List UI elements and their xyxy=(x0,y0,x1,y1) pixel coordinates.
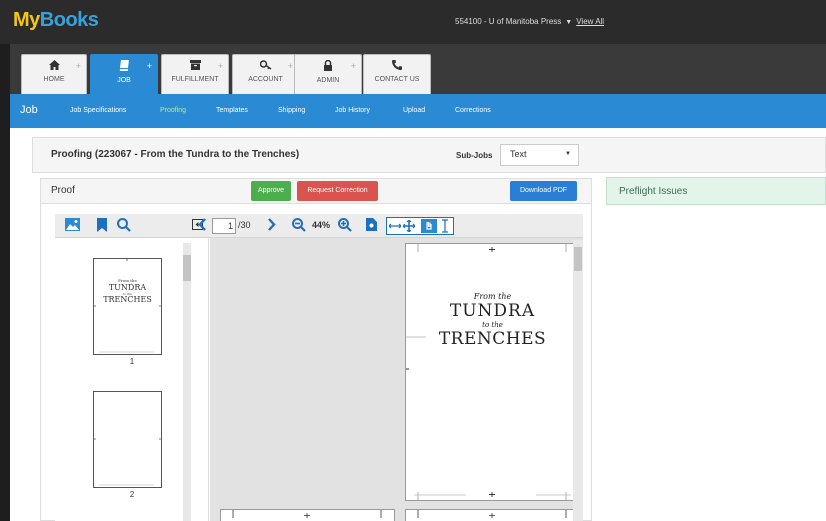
zoom-in-icon[interactable] xyxy=(338,218,352,235)
pan-icon[interactable] xyxy=(402,219,416,235)
view-all-link[interactable]: View All xyxy=(576,17,604,26)
module-tabs: + HOME + JOB + FULFILLMENT + ACCOUNT + A… xyxy=(10,44,826,94)
page-total: /30 xyxy=(238,220,251,230)
subnav-upload[interactable]: Upload xyxy=(403,107,425,114)
phone-icon xyxy=(364,60,430,73)
tab-home[interactable]: + HOME xyxy=(21,54,87,94)
proof-label: Proof xyxy=(51,185,75,196)
subjobs-value: Text xyxy=(510,149,527,159)
logo-books: Books xyxy=(39,9,99,31)
hand-tool-icon[interactable] xyxy=(421,219,437,233)
tab-admin[interactable]: + ADMIN xyxy=(294,54,362,94)
page-title: Proofing (223067 - From the Tundra to th… xyxy=(51,149,300,160)
thumbnail-pane[interactable]: From the TUNDRA to the TRENCHES 1 2 xyxy=(55,238,209,521)
proof-header: Proof Approve Request Correction Downloa… xyxy=(41,179,591,204)
tab-admin-label: ADMIN xyxy=(316,77,340,84)
proof-panel: Proof Approve Request Correction Downloa… xyxy=(40,178,592,521)
tab-job[interactable]: + JOB xyxy=(90,54,158,94)
main-content: Proofing (223067 - From the Tundra to th… xyxy=(10,128,826,521)
page-view[interactable]: From the TUNDRA to the TRENCHES xyxy=(210,238,583,521)
plus-icon: + xyxy=(146,61,152,71)
zoom-out-icon[interactable] xyxy=(292,218,306,235)
subnav-corrections[interactable]: Corrections xyxy=(455,107,491,114)
subnav-job-history[interactable]: Job History xyxy=(335,107,370,114)
app-logo[interactable]: MyBooks xyxy=(13,9,99,32)
page-number-input[interactable]: 1 xyxy=(212,218,236,234)
approve-button[interactable]: Approve xyxy=(251,181,291,201)
page-3-canvas xyxy=(405,509,580,521)
chevron-down-icon: ▼ xyxy=(565,151,571,157)
thumbnail-scroll-thumb[interactable] xyxy=(183,255,191,281)
pdf-viewer: 1 /30 44% From the TUNDRA to the TRENCHE… xyxy=(55,214,583,521)
logo-my: My xyxy=(13,9,40,31)
tab-account[interactable]: + ACCOUNT xyxy=(232,54,299,94)
page-settings-icon[interactable] xyxy=(366,218,377,234)
plus-icon: + xyxy=(217,61,223,71)
viewer-toolbar: 1 /30 44% xyxy=(55,214,583,238)
prev-page-icon[interactable] xyxy=(198,218,206,234)
tab-job-label: JOB xyxy=(117,77,131,84)
page-scrollbar[interactable] xyxy=(573,240,583,521)
tab-account-label: ACCOUNT xyxy=(248,76,283,83)
top-bar: MyBooks 554100 - U of Manitoba Press ▼ Vie… xyxy=(0,0,826,44)
zoom-level: 44% xyxy=(312,220,331,230)
page-scroll-thumb[interactable] xyxy=(574,247,582,271)
subjobs-label: Sub-Jobs xyxy=(456,151,493,160)
thumb-crop-marks xyxy=(94,438,161,486)
subnav-templates[interactable]: Templates xyxy=(216,107,248,114)
thumbnail-scrollbar[interactable] xyxy=(183,243,191,521)
thumbnail-page-1[interactable]: From the TUNDRA to the TRENCHES xyxy=(93,258,162,355)
bookmark-icon[interactable] xyxy=(97,218,107,235)
plus-icon: + xyxy=(350,61,356,71)
subjobs-select[interactable]: Text ▼ xyxy=(500,144,579,166)
page-crop-marks xyxy=(417,510,567,518)
fit-width-icon[interactable] xyxy=(388,220,402,235)
sub-navigation: Job Job Specifications Proofing Template… xyxy=(10,94,826,128)
tab-fulfillment-label: FULFILLMENT xyxy=(171,76,219,83)
subnav-proofing[interactable]: Proofing xyxy=(160,107,186,114)
request-correction-button[interactable]: Request Correction xyxy=(297,181,378,201)
page-crop-marks xyxy=(232,510,382,518)
preflight-panel: Preflight Issues xyxy=(606,177,826,205)
account-label: 554100 - U of Manitoba Press xyxy=(455,17,562,26)
thumbnail-page-2[interactable] xyxy=(93,391,162,488)
subnav-job-specifications[interactable]: Job Specifications xyxy=(70,107,126,114)
search-icon[interactable] xyxy=(117,218,131,235)
next-page-icon[interactable] xyxy=(268,218,276,234)
tab-fulfillment[interactable]: + FULFILLMENT xyxy=(161,54,229,94)
plus-icon: + xyxy=(75,61,81,71)
page-crop-marks xyxy=(406,244,579,500)
tab-contact-label: CONTACT US xyxy=(374,76,420,83)
tab-home-label: HOME xyxy=(43,76,65,83)
image-icon[interactable] xyxy=(65,218,80,234)
left-strip xyxy=(0,44,10,521)
download-pdf-button[interactable]: Download PDF xyxy=(510,181,577,201)
page-2-canvas xyxy=(220,509,395,521)
text-select-icon[interactable] xyxy=(441,219,449,236)
subnav-title: Job xyxy=(20,104,38,116)
interaction-mode-group xyxy=(386,217,454,235)
subnav-shipping[interactable]: Shipping xyxy=(278,107,305,114)
job-header: Proofing (223067 - From the Tundra to th… xyxy=(32,137,826,173)
page-1-canvas: From the TUNDRA to the TRENCHES xyxy=(405,243,580,501)
caret-down-icon[interactable]: ▼ xyxy=(565,19,572,26)
preflight-label: Preflight Issues xyxy=(619,186,688,197)
tab-contact-us[interactable]: CONTACT US xyxy=(363,54,431,94)
plus-icon: + xyxy=(287,61,293,71)
thumb-crop-marks xyxy=(94,259,161,353)
account-selector[interactable]: 554100 - U of Manitoba Press ▼ View All xyxy=(455,17,604,26)
